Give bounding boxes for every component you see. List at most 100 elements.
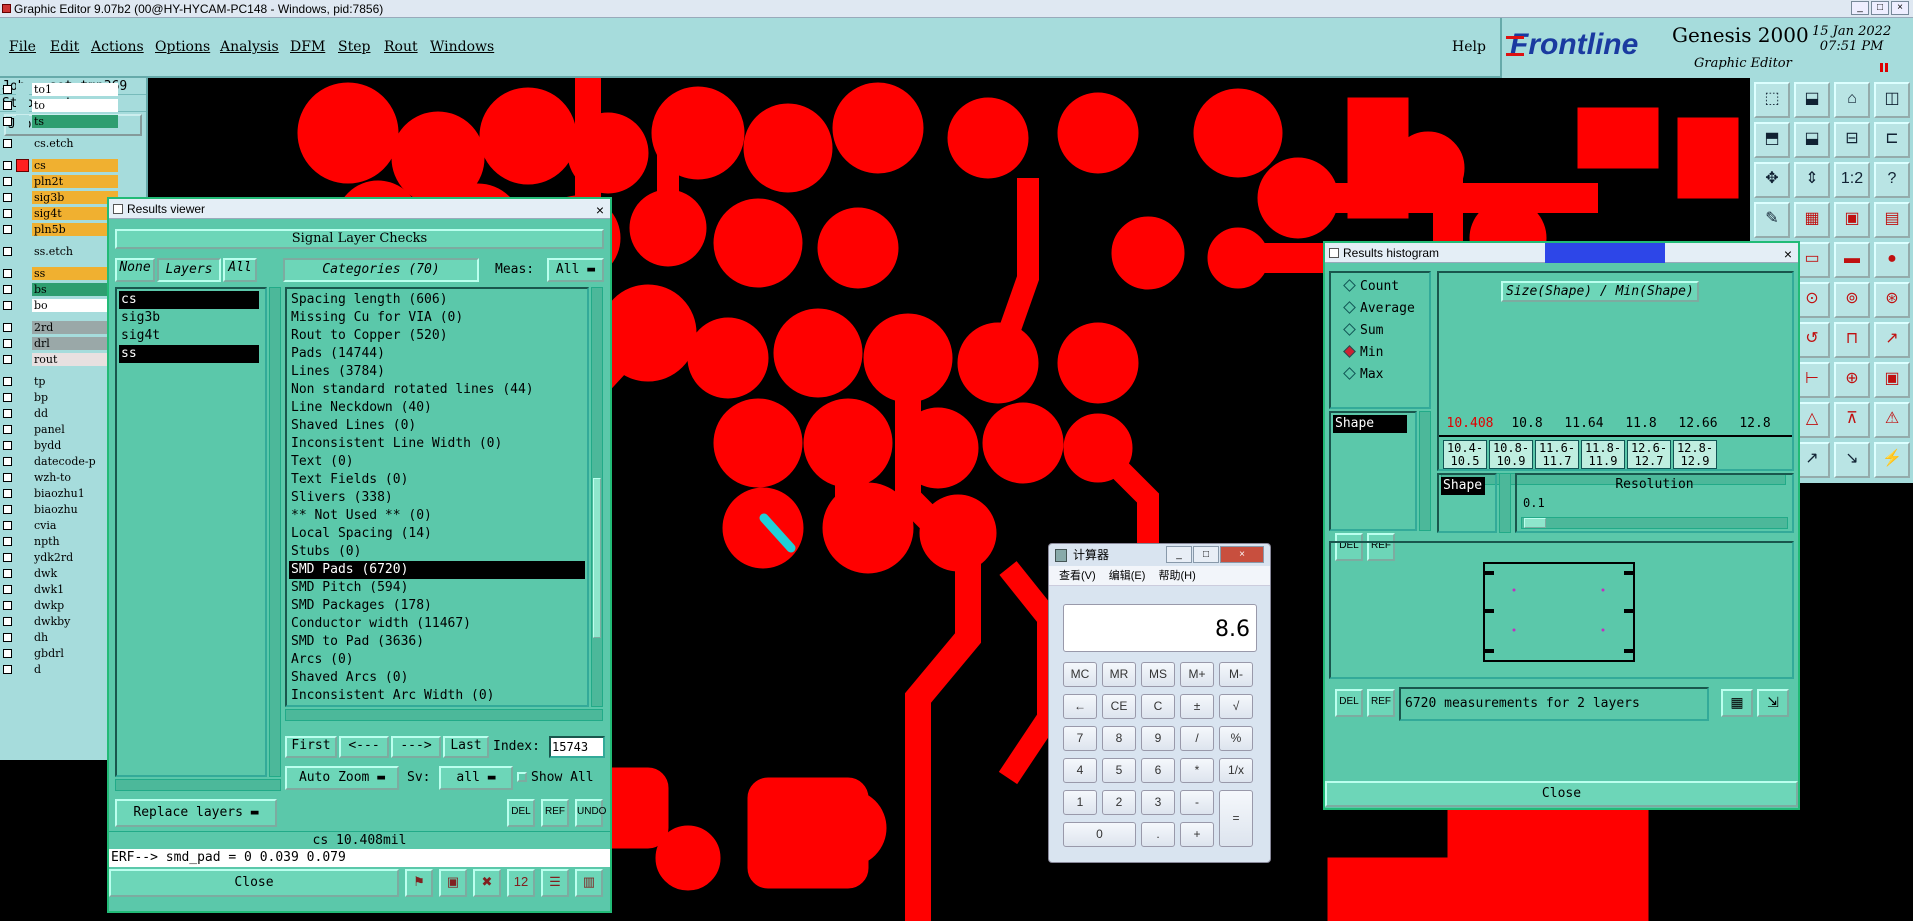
layer-checkbox[interactable] (3, 177, 12, 186)
check-category-item[interactable]: SMD Pitch (594) (289, 579, 585, 597)
check-category-item[interactable]: Stubs (0) (289, 543, 585, 561)
del-button[interactable]: DEL (507, 799, 535, 827)
layer-checkbox[interactable] (3, 425, 12, 434)
layer-checkbox[interactable] (3, 339, 12, 348)
result-layer-item[interactable]: cs (119, 291, 259, 309)
digit-7-key[interactable]: 7 (1063, 726, 1097, 751)
digit-4-key[interactable]: 4 (1063, 758, 1097, 783)
mem-sub-key[interactable]: M- (1219, 662, 1253, 687)
pan-icon[interactable]: ⬓ (1794, 122, 1830, 158)
calc-maximize-button[interactable]: □ (1193, 546, 1219, 563)
grid-icon[interactable]: ▦ (1794, 202, 1830, 238)
layer-checkbox[interactable] (3, 537, 12, 546)
layer-checkbox[interactable] (3, 649, 12, 658)
layers-icon[interactable]: ▣ (1834, 202, 1870, 238)
layer-checkbox[interactable] (3, 209, 12, 218)
histogram-icon[interactable]: ▥ (575, 869, 603, 897)
multiply-key[interactable]: * (1180, 758, 1214, 783)
subtract-key[interactable]: - (1180, 790, 1214, 815)
menu-analysis[interactable]: Analysis (220, 39, 279, 55)
shape-list-scrollbar[interactable] (1499, 473, 1511, 533)
add-icon[interactable]: ⊕ (1834, 362, 1870, 398)
menu-edit[interactable]: Edit (50, 39, 79, 55)
check-category-item[interactable]: Shaved Lines (0) (289, 417, 585, 435)
clear-key[interactable]: C (1141, 694, 1175, 719)
help-icon[interactable]: ? (1874, 162, 1910, 198)
menu-dfm[interactable]: DFM (290, 39, 325, 55)
negate-key[interactable]: ± (1180, 694, 1214, 719)
mem-add-key[interactable]: M+ (1180, 662, 1214, 687)
histogram-bin[interactable]: 12.8- 12.9 (1673, 440, 1717, 469)
aggregate-option-average[interactable]: Average (1343, 301, 1415, 316)
menu-help[interactable]: Help (1452, 39, 1486, 55)
layer-checkbox[interactable] (3, 117, 12, 126)
layer-row[interactable]: cs (0, 158, 148, 173)
hist-del-button-2[interactable]: DEL (1335, 689, 1363, 717)
prev-button[interactable]: <--- (339, 736, 389, 758)
histogram-bin[interactable]: 10.4- 10.5 (1443, 440, 1487, 469)
layer-checkbox[interactable] (3, 601, 12, 610)
layer-checkbox[interactable] (3, 521, 12, 530)
zap-icon[interactable]: ⚡ (1874, 442, 1910, 478)
sv-select[interactable]: all ▬ (439, 766, 513, 790)
calc-menu-view[interactable]: 查看(V) (1059, 570, 1096, 582)
fit-icon[interactable]: ⬒ (1754, 122, 1790, 158)
layer-checkbox[interactable] (3, 617, 12, 626)
layer-list-scrollbar[interactable] (269, 287, 281, 777)
delete-icon[interactable]: ✖ (473, 869, 501, 897)
menu-step[interactable]: Step (338, 39, 370, 55)
last-button[interactable]: Last (443, 736, 489, 758)
digit-6-key[interactable]: 6 (1141, 758, 1175, 783)
first-button[interactable]: First (285, 736, 337, 758)
meas-select[interactable]: All ▬ (547, 258, 604, 282)
layer-checkbox[interactable] (3, 441, 12, 450)
monitor-icon[interactable]: ▣ (439, 869, 467, 897)
digit-1-key[interactable]: 1 (1063, 790, 1097, 815)
calc-minimize-button[interactable]: _ (1166, 546, 1192, 563)
shape-icon[interactable]: ⊼ (1834, 402, 1870, 438)
list-icon[interactable]: ☰ (541, 869, 569, 897)
check-category-item[interactable]: Local Spacing (14) (289, 525, 585, 543)
check-category-item[interactable]: Lines (3784) (289, 363, 585, 381)
number-icon[interactable]: 12 (507, 869, 535, 897)
layer-checkbox[interactable] (3, 301, 12, 310)
zoom-icon[interactable]: ⬓ (1794, 82, 1830, 118)
calc-menu-edit[interactable]: 编辑(E) (1109, 570, 1146, 582)
sqrt-key[interactable]: √ (1219, 694, 1253, 719)
via-icon[interactable]: ⊚ (1834, 282, 1870, 318)
layer-list-hscroll[interactable] (115, 779, 281, 791)
histogram-bin[interactable]: 11.6- 11.7 (1535, 440, 1579, 469)
aggregate-option-count[interactable]: Count (1343, 279, 1399, 294)
check-category-item[interactable]: Arcs (0) (289, 651, 585, 669)
menu-options[interactable]: Options (155, 39, 210, 55)
layer-row[interactable]: to (0, 98, 148, 113)
result-layer-item[interactable]: ss (119, 345, 259, 363)
add-key[interactable]: + (1180, 822, 1214, 847)
check-category-item[interactable]: Conductor width (11467) (289, 615, 585, 633)
layer-checkbox[interactable] (3, 101, 12, 110)
mem-recall-key[interactable]: MR (1102, 662, 1136, 687)
reciprocal-key[interactable]: 1/x (1219, 758, 1253, 783)
layer-checkbox[interactable] (3, 505, 12, 514)
layer-checkbox[interactable] (3, 161, 12, 170)
frame-icon[interactable]: ⊏ (1874, 122, 1910, 158)
aggregate-option-min[interactable]: Min (1343, 345, 1383, 360)
layer-row[interactable]: pln2t (0, 174, 148, 189)
check-category-item[interactable]: Inconsistent Line Width (0) (289, 435, 585, 453)
undo-button[interactable]: UNDO (575, 799, 606, 827)
edit-icon[interactable]: ✎ (1754, 202, 1790, 238)
menu-file[interactable]: File (9, 39, 36, 55)
layer-checkbox[interactable] (3, 225, 12, 234)
layer-checkbox[interactable] (3, 355, 12, 364)
arrow-icon[interactable]: ↗ (1874, 322, 1910, 358)
layer-checkbox[interactable] (3, 489, 12, 498)
equals-key[interactable]: = (1219, 790, 1253, 847)
result-layer-item[interactable]: sig4t (119, 327, 259, 345)
layer-checkbox[interactable] (3, 285, 12, 294)
layer-checkbox[interactable] (3, 473, 12, 482)
check-category-item[interactable]: Shaved Arcs (0) (289, 669, 585, 687)
alert-icon[interactable]: ⚠ (1874, 402, 1910, 438)
check-category-item[interactable]: Inconsistent Arc Width (0) (289, 687, 585, 705)
layer-checkbox[interactable] (3, 633, 12, 642)
menu-rout[interactable]: Rout (384, 39, 418, 55)
